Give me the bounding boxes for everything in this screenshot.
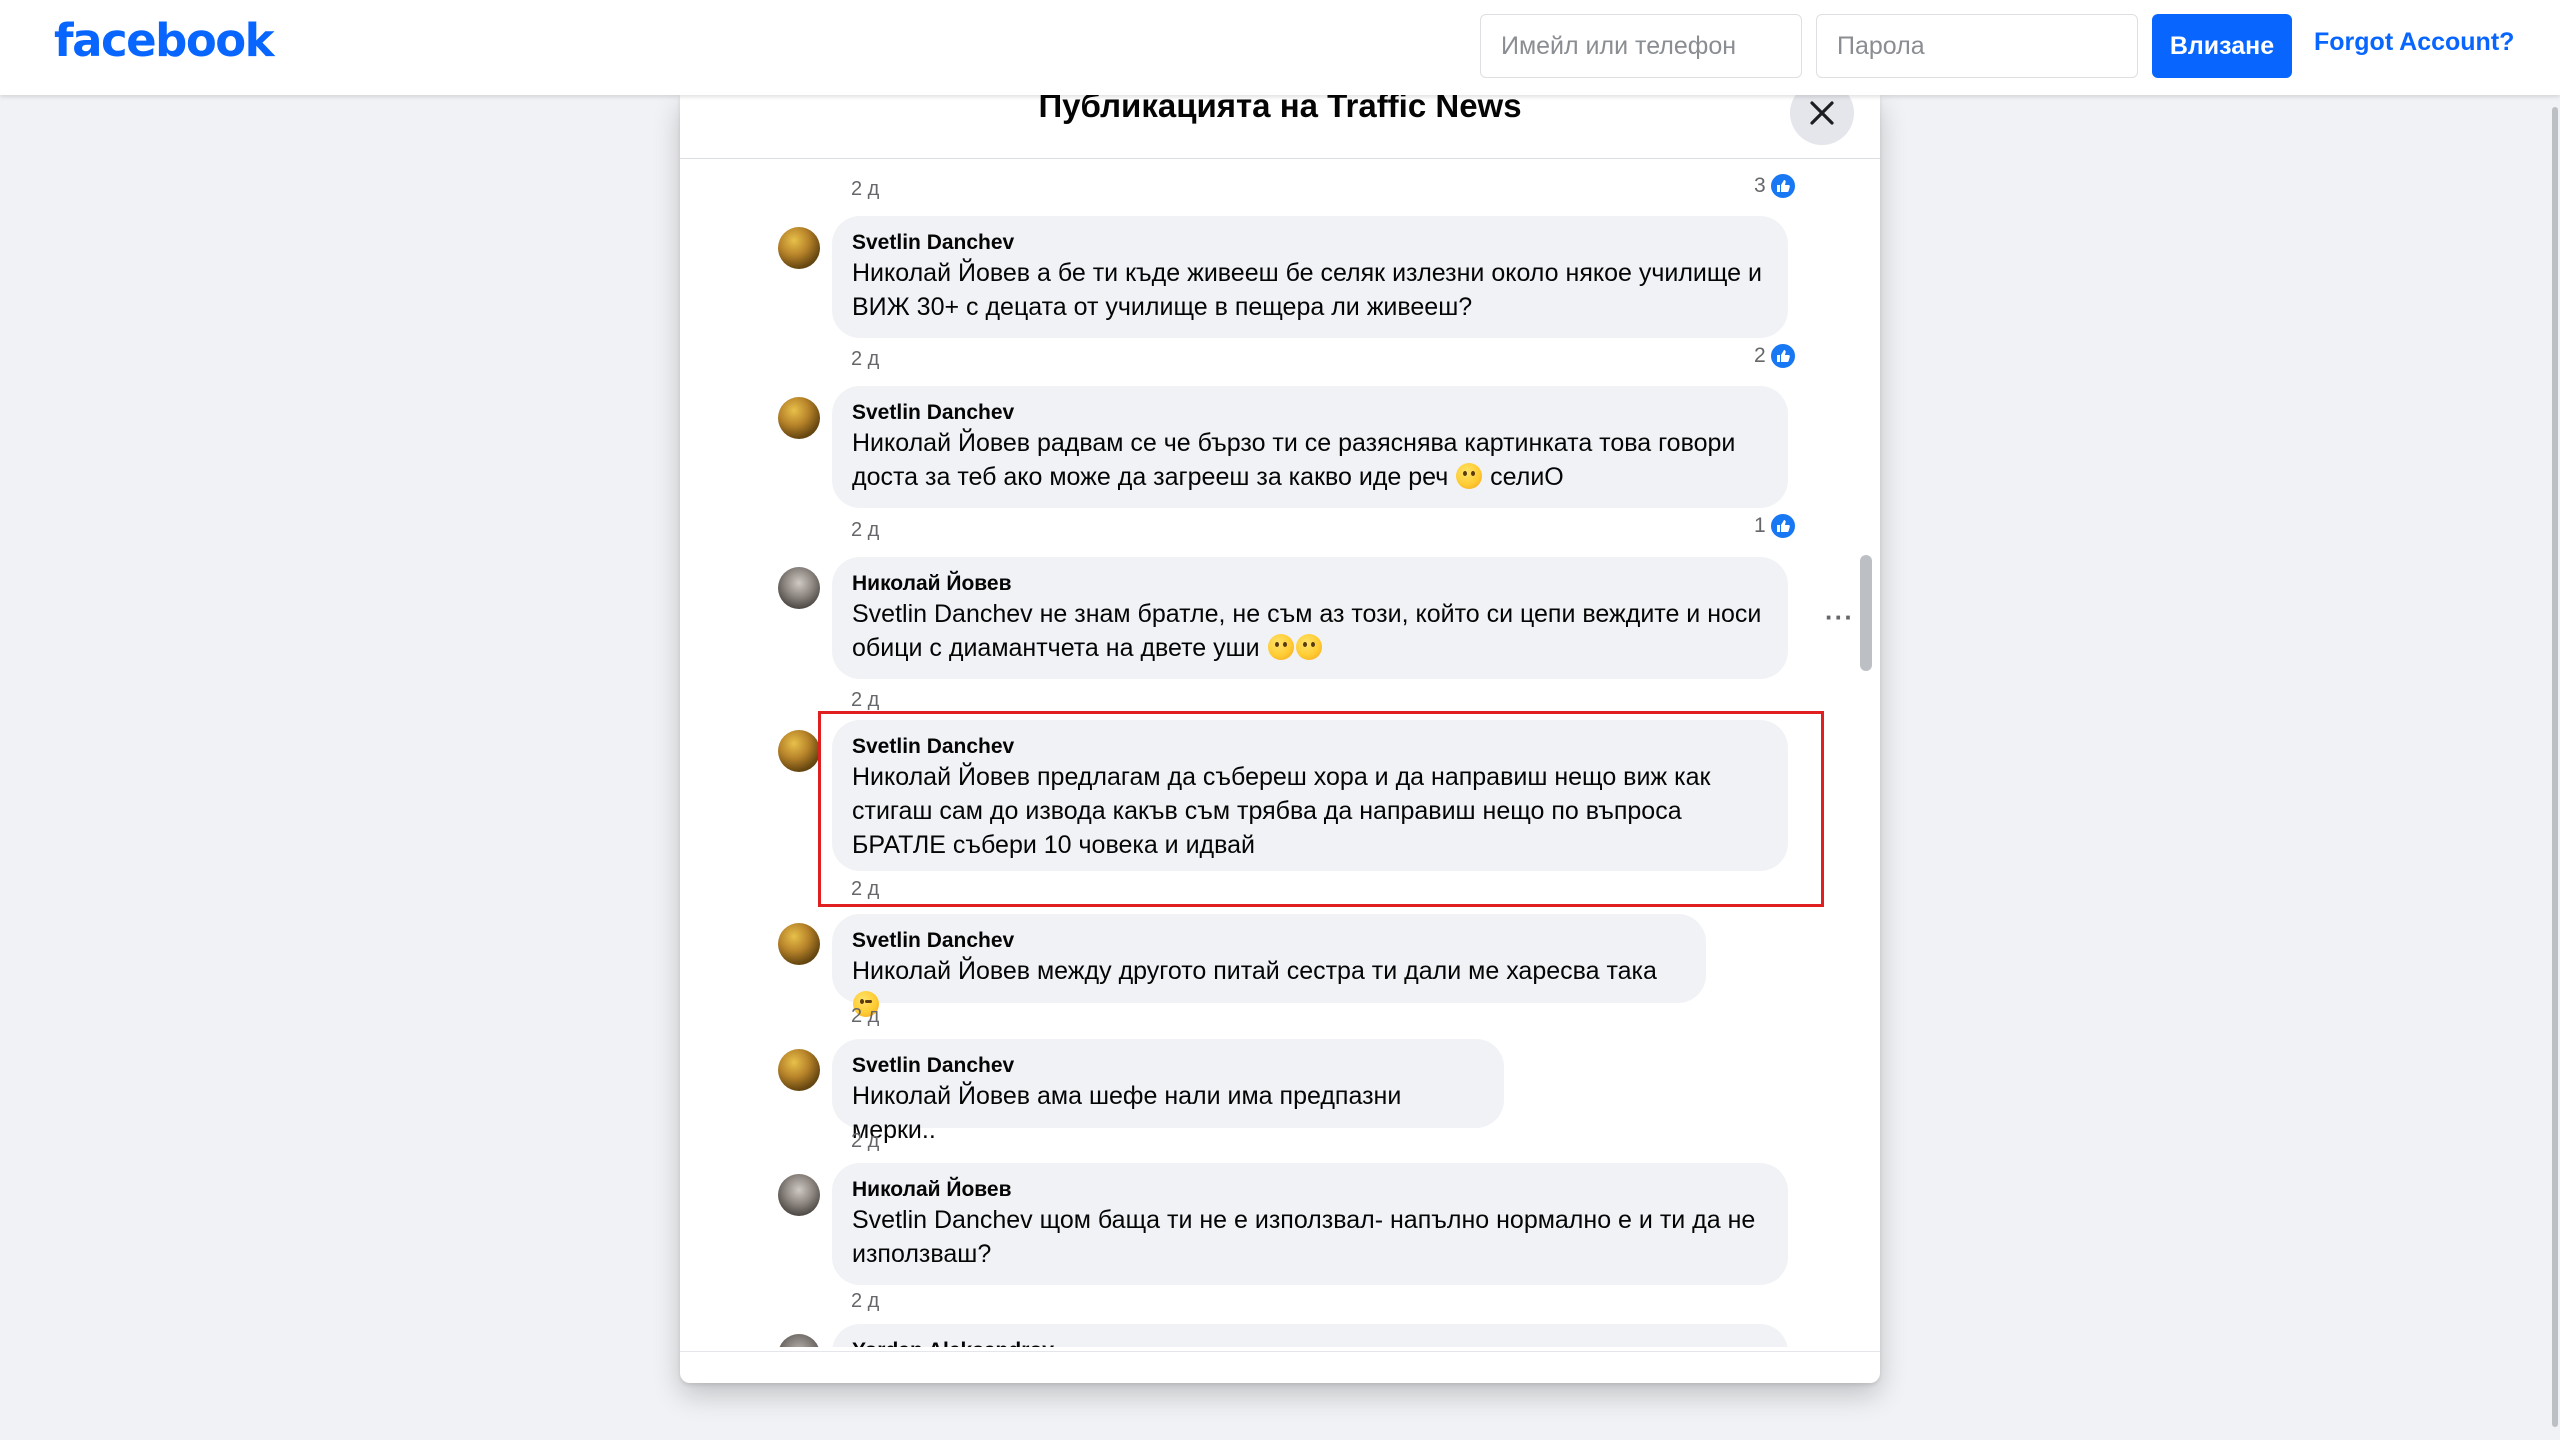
page-scrollbar-thumb[interactable] xyxy=(2552,107,2558,1427)
reaction-count[interactable]: 3 xyxy=(1754,172,1797,200)
comment-author[interactable]: Николай Йовев xyxy=(852,1177,1768,1203)
comment-bubble: Svetlin Danchev Николай Йовев между друг… xyxy=(832,914,1706,1017)
comment-author[interactable]: Николай Йовев xyxy=(852,571,1768,597)
comment-timestamp[interactable]: 2 д xyxy=(851,178,879,201)
avatar[interactable] xyxy=(778,397,820,439)
comment-author[interactable]: Svetlin Danchev xyxy=(852,734,1768,760)
comment-timestamp[interactable]: 2 д xyxy=(851,1290,879,1313)
modal-footer-divider xyxy=(680,1351,1880,1352)
comment-timestamp[interactable]: 2 д xyxy=(851,348,879,371)
avatar[interactable] xyxy=(778,227,820,269)
comment-text-line: използваш? xyxy=(852,1240,992,1268)
avatar[interactable] xyxy=(778,567,820,609)
comment-bubble: Yordan Aleksandrov xyxy=(832,1324,1788,1347)
comment-text-fragment: селиО xyxy=(1490,463,1564,491)
facebook-logo[interactable]: facebook xyxy=(54,14,275,67)
upside-down-smile-emoji xyxy=(1456,463,1483,489)
comment-bubble: Николай Йовев Svetlin Danchev щом баща т… xyxy=(832,1163,1788,1285)
grinning-emoji xyxy=(1295,634,1322,660)
comment-text-line: Николай Йовев между другото питай сестра… xyxy=(852,954,1686,1022)
comment-text-fragment: доста за теб ако може да загрееш за какв… xyxy=(852,463,1449,491)
comment-bubble: Svetlin Danchev Николай Йовев ама шефе н… xyxy=(832,1039,1504,1144)
comment-timestamp[interactable]: 2 д xyxy=(851,878,879,901)
comment-author[interactable]: Svetlin Danchev xyxy=(852,928,1686,954)
post-modal: Публикацията на Traffic News 2 д 3 Svetl… xyxy=(680,95,1880,1383)
like-icon xyxy=(1768,172,1797,200)
comment-text-line: Николай Йовев ама шефе нали има предпазн… xyxy=(852,1082,1402,1144)
modal-header: Публикацията на Traffic News xyxy=(680,95,1880,159)
like-icon xyxy=(1768,342,1797,370)
reaction-count[interactable]: 2 xyxy=(1754,342,1797,370)
avatar[interactable] xyxy=(778,923,820,965)
modal-scrollbar-thumb[interactable] xyxy=(1860,555,1872,671)
like-icon xyxy=(1768,512,1797,540)
page-scrollbar[interactable] xyxy=(2550,95,2560,1440)
comment-author[interactable]: Svetlin Danchev xyxy=(852,230,1768,256)
comment-text-fragment: обици с диамантчета на двете уши xyxy=(852,634,1260,662)
comment-timestamp[interactable]: 2 д xyxy=(851,689,879,712)
comment-text-line: Svetlin Danchev не знам братле, не съм а… xyxy=(852,600,1762,628)
more-options-icon[interactable]: ··· xyxy=(1825,602,1854,633)
comment-author[interactable]: Svetlin Danchev xyxy=(852,1053,1484,1079)
comment-text-fragment: Николай Йовев между другото питай сестра… xyxy=(852,957,1657,985)
comment-text-line: стигаш сам до извода какъв съм трябва да… xyxy=(852,797,1682,825)
comment-bubble: Николай Йовев Svetlin Danchev не знам бр… xyxy=(832,557,1788,679)
comment-text-line: ВИЖ 30+ с децата от училище в пещера ли … xyxy=(852,293,1473,321)
login-button[interactable]: Влизане xyxy=(2152,14,2292,78)
comment-author[interactable]: Yordan Aleksandrov xyxy=(852,1338,1768,1347)
like-count: 1 xyxy=(1754,514,1766,537)
comment-text-line: Николай Йовев а бе ти къде живееш бе сел… xyxy=(852,259,1762,287)
email-field[interactable] xyxy=(1480,14,1802,78)
reaction-count[interactable]: 1 xyxy=(1754,512,1797,540)
comment-bubble: Svetlin Danchev Николай Йовев а бе ти къ… xyxy=(832,216,1788,338)
avatar[interactable] xyxy=(778,730,820,772)
comment-author[interactable]: Svetlin Danchev xyxy=(852,400,1768,426)
comment-bubble: Svetlin Danchev Николай Йовев радвам се … xyxy=(832,386,1788,508)
comments-list: 2 д 3 Svetlin Danchev Николай Йовев а бе… xyxy=(680,159,1880,1347)
comment-text-line: Svetlin Danchev щом баща ти не е използв… xyxy=(852,1206,1756,1234)
comment-text-line: обици с диамантчета на двете уши xyxy=(852,631,1768,665)
avatar[interactable] xyxy=(778,1049,820,1091)
avatar[interactable] xyxy=(778,1174,820,1216)
comment-text-line: Николай Йовев предлагам да събереш хора … xyxy=(852,763,1711,791)
modal-title: Публикацията на Traffic News xyxy=(1038,95,1522,124)
close-button[interactable] xyxy=(1790,95,1854,145)
forgot-account-link[interactable]: Forgot Account? xyxy=(2314,28,2514,57)
comment-timestamp[interactable]: 2 д xyxy=(851,1005,879,1028)
like-count: 2 xyxy=(1754,344,1766,367)
top-navigation-bar: facebook Влизане Forgot Account? xyxy=(0,0,2560,95)
comment-text-line: Николай Йовев радвам се че бързо ти се р… xyxy=(852,429,1736,457)
comment-text-line: доста за теб ако може да загрееш за какв… xyxy=(852,460,1768,494)
password-field[interactable] xyxy=(1816,14,2138,78)
avatar[interactable] xyxy=(778,1334,820,1347)
comment-bubble: Svetlin Danchev Николай Йовев предлагам … xyxy=(832,720,1788,871)
like-count: 3 xyxy=(1754,174,1766,197)
comment-timestamp[interactable]: 2 д xyxy=(851,519,879,542)
comment-timestamp[interactable]: 2 д xyxy=(851,1130,879,1153)
laughing-emoji xyxy=(1267,634,1294,660)
close-icon xyxy=(1810,101,1834,125)
comment-text-line: БРАТЛЕ събери 10 човека и идвай xyxy=(852,831,1256,859)
